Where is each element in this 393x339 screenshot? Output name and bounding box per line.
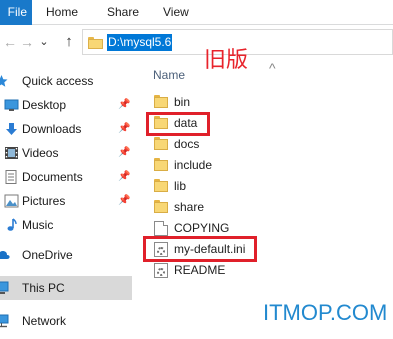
back-arrow-icon[interactable]: ← bbox=[3, 34, 17, 50]
file-name: include bbox=[174, 158, 213, 172]
sidebar-item-label: Music bbox=[22, 218, 54, 232]
navigation-pane: Quick access Desktop 📌 Downloads 📌 Video… bbox=[0, 62, 132, 339]
file-name: lib bbox=[174, 179, 187, 193]
sidebar-item-videos[interactable]: Videos 📌 bbox=[0, 142, 132, 164]
folder-icon bbox=[154, 158, 168, 173]
music-icon bbox=[7, 218, 17, 231]
sidebar-item-onedrive[interactable]: OneDrive bbox=[0, 244, 132, 266]
pin-icon[interactable]: 📌 bbox=[118, 190, 130, 212]
pictures-icon bbox=[4, 194, 19, 208]
computer-icon bbox=[0, 281, 9, 294]
file-name: docs bbox=[174, 137, 200, 151]
folder-icon bbox=[154, 179, 168, 194]
watermark-text: ITMOP.COM bbox=[263, 300, 388, 325]
file-name: bin bbox=[174, 95, 191, 109]
pin-icon[interactable]: 📌 bbox=[118, 166, 130, 188]
document-icon bbox=[154, 221, 168, 236]
cloud-icon bbox=[0, 250, 10, 259]
sidebar-item-label: Desktop bbox=[22, 98, 67, 112]
sidebar-item-this-pc[interactable]: This PC bbox=[0, 276, 132, 300]
sort-ascending-icon[interactable]: ^ bbox=[269, 60, 276, 76]
sidebar-item-label: Quick access bbox=[22, 74, 94, 88]
sidebar-item-network[interactable]: Network bbox=[0, 310, 132, 332]
sidebar-item-label: Network bbox=[22, 314, 67, 328]
file-tab[interactable]: File bbox=[0, 0, 32, 25]
folder-icon bbox=[154, 137, 168, 152]
download-icon bbox=[6, 123, 17, 135]
navigation-bar: ← → ⌄ ↑ D:\mysql5.6 bbox=[0, 26, 393, 60]
pin-icon[interactable]: 📌 bbox=[118, 142, 130, 164]
pin-icon[interactable]: 📌 bbox=[118, 94, 130, 116]
highlight-box-data bbox=[146, 112, 210, 136]
sidebar-item-quick-access[interactable]: Quick access bbox=[0, 70, 132, 92]
sidebar-item-label: Downloads bbox=[22, 122, 82, 136]
forward-arrow-icon[interactable]: → bbox=[20, 34, 34, 50]
video-icon bbox=[5, 147, 18, 159]
sidebar-item-documents[interactable]: Documents 📌 bbox=[0, 166, 132, 188]
desktop-icon bbox=[4, 99, 19, 111]
address-path[interactable]: D:\mysql5.6 bbox=[107, 34, 173, 51]
network-icon bbox=[0, 314, 9, 328]
tab-share[interactable]: Share bbox=[107, 0, 139, 25]
folder-icon bbox=[154, 95, 168, 110]
sidebar-item-pictures[interactable]: Pictures 📌 bbox=[0, 190, 132, 212]
pin-icon[interactable]: 📌 bbox=[118, 118, 130, 140]
star-icon bbox=[0, 75, 8, 87]
tab-view[interactable]: View bbox=[163, 0, 189, 25]
file-list-pane: 旧版 Name ^ bin data docs include lib shar… bbox=[140, 48, 393, 339]
tab-home[interactable]: Home bbox=[46, 0, 78, 25]
ribbon-tab-bar: File Home Share View bbox=[0, 0, 393, 25]
sidebar-item-label: Documents bbox=[22, 170, 83, 184]
documents-icon bbox=[5, 170, 17, 184]
sidebar-item-label: OneDrive bbox=[22, 248, 73, 262]
folder-icon bbox=[88, 37, 103, 49]
sidebar-item-desktop[interactable]: Desktop 📌 bbox=[0, 94, 132, 116]
annotation-label: 旧版 bbox=[204, 48, 249, 73]
up-arrow-icon[interactable]: ↑ bbox=[62, 34, 76, 50]
file-name: README bbox=[174, 263, 226, 277]
file-name: share bbox=[174, 200, 205, 214]
recent-locations-chevron-icon[interactable]: ⌄ bbox=[38, 34, 50, 50]
file-tab-label: File bbox=[7, 5, 27, 19]
sidebar-item-label: This PC bbox=[22, 281, 65, 295]
folder-icon bbox=[154, 200, 168, 215]
sidebar-item-label: Pictures bbox=[22, 194, 66, 208]
sidebar-item-music[interactable]: Music bbox=[0, 214, 132, 236]
highlight-box-my-default-ini bbox=[143, 236, 257, 262]
settings-file-icon bbox=[154, 263, 168, 278]
sidebar-item-downloads[interactable]: Downloads 📌 bbox=[0, 118, 132, 140]
column-header-name[interactable]: Name bbox=[153, 68, 185, 82]
sidebar-item-label: Videos bbox=[22, 146, 59, 160]
